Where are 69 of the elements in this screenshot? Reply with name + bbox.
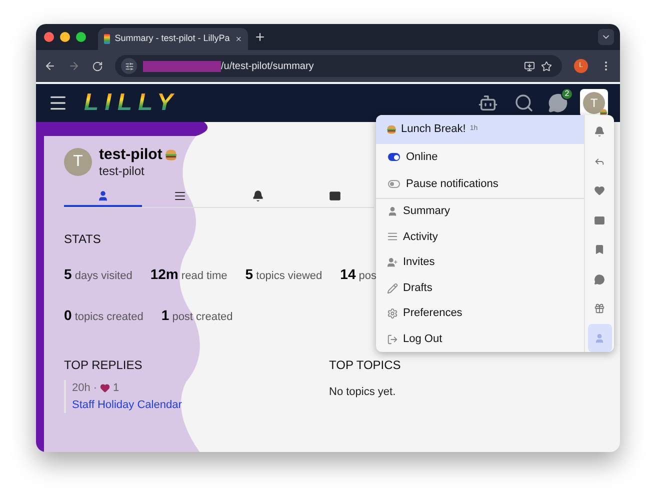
list-icon — [174, 190, 186, 202]
close-window-icon[interactable] — [44, 32, 54, 42]
separator-dot: · — [93, 381, 98, 396]
person-plus-icon — [387, 257, 398, 268]
stat: 12m read time — [150, 265, 228, 284]
site-logo-icon — [104, 34, 110, 44]
stat: 14 pos — [340, 265, 377, 284]
menu-item[interactable]: Preferences — [376, 300, 584, 326]
empty-message: No topics yet. — [329, 385, 397, 400]
list-icon — [387, 231, 398, 242]
menu-item[interactable]: Drafts — [376, 275, 584, 301]
stat: 1 post created — [161, 306, 233, 325]
menu-item[interactable]: Invites — [376, 250, 584, 276]
speech-bubble-icon — [594, 274, 605, 285]
back-icon[interactable] — [44, 60, 56, 72]
browser-tab[interactable]: Summary - test-pilot - LillyPa — [98, 28, 248, 50]
profile-username: test-pilot — [99, 164, 146, 178]
status-text: Lunch Break! — [401, 122, 466, 138]
profile-tab[interactable] — [64, 190, 142, 207]
menu-item[interactable]: Online — [376, 144, 584, 171]
section-heading: STATS — [64, 231, 101, 248]
tab-search-button[interactable] — [598, 29, 614, 45]
toggle-switch[interactable] — [388, 180, 400, 188]
stat: 5 topics viewed — [245, 265, 322, 284]
reply-arrow-icon — [594, 156, 605, 167]
menu-item[interactable]: Log Out — [376, 326, 584, 352]
topic-link[interactable]: Staff Holiday Calendar — [72, 396, 329, 413]
stat: 5 days visited — [64, 265, 132, 284]
sliders-icon — [124, 62, 134, 70]
menu-item[interactable]: Activity — [376, 224, 584, 250]
close-icon[interactable] — [234, 34, 242, 44]
section-heading: TOP TOPICS — [329, 357, 401, 374]
minimize-window-icon[interactable] — [60, 32, 70, 42]
burger-icon — [386, 124, 397, 135]
settings-icon — [387, 308, 398, 320]
profile-name: test-pilot — [99, 146, 162, 164]
search-icon[interactable] — [514, 93, 534, 113]
robot-icon[interactable] — [478, 93, 498, 113]
notification-badge: 2 — [561, 88, 573, 100]
person-icon — [387, 206, 398, 217]
log-out-icon — [387, 334, 398, 345]
bookmark-icon — [594, 244, 605, 256]
person-icon — [594, 332, 605, 344]
new-tab-icon[interactable] — [254, 31, 266, 43]
person-icon — [96, 190, 109, 202]
bell-icon — [252, 190, 264, 202]
reload-icon[interactable] — [92, 60, 103, 72]
heart-icon — [100, 383, 110, 394]
maximize-window-icon[interactable] — [76, 32, 86, 42]
section-heading: TOP REPLIES — [64, 357, 144, 374]
site-settings-button[interactable] — [121, 58, 137, 74]
heart-icon — [594, 185, 605, 196]
url-text: /u/test-pilot/summary — [221, 60, 315, 74]
toggle-switch[interactable] — [388, 153, 400, 162]
burger-icon — [599, 108, 608, 117]
like-count: 1 — [113, 381, 120, 396]
tab-title: Summary - test-pilot - LillyPa — [114, 32, 230, 46]
pencil-icon — [387, 282, 398, 294]
burger-icon — [164, 148, 178, 162]
bookmark-star-icon[interactable] — [541, 60, 552, 72]
menu-item[interactable]: Summary — [376, 198, 584, 224]
gift-icon — [594, 303, 605, 314]
address-bar[interactable]: /u/test-pilot/summary — [115, 55, 562, 77]
bell-icon — [594, 126, 605, 138]
install-app-icon[interactable] — [524, 60, 535, 72]
reply-age: 20h — [72, 381, 90, 396]
stat: 0 topics created — [64, 306, 144, 325]
forward-icon[interactable] — [68, 60, 80, 72]
menu-item[interactable]: Pause notifications — [376, 170, 584, 198]
